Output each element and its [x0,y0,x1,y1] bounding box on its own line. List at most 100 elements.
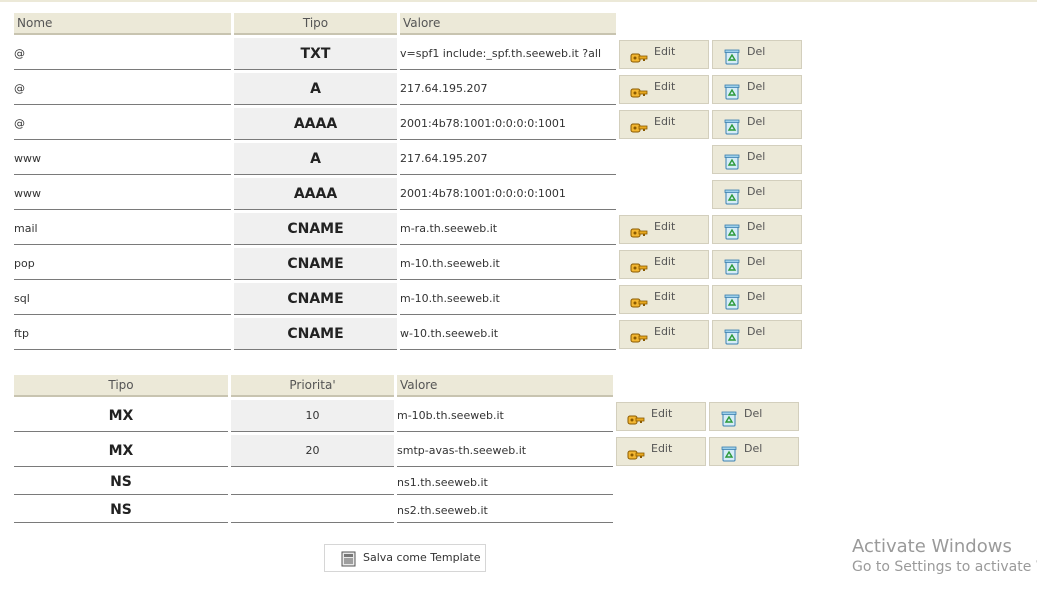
table-row: mail CNAME m-ra.th.seeweb.it Edit Del [14,213,802,245]
recycle-icon [723,84,741,100]
recycle-icon [723,294,741,310]
record-value: 2001:4b78:1001:0:0:0:0:1001 [400,108,616,140]
record-type: AAAA [234,178,397,210]
key-icon [630,259,648,275]
record-value: m-10.th.seeweb.it [400,283,616,315]
delete-button[interactable]: Del [712,179,802,209]
record-type: NS [14,498,228,523]
edit-button[interactable]: Edit [619,39,709,69]
table-row: www A 217.64.195.207 Del [14,143,802,175]
key-icon [630,294,648,310]
col-header-value: Valore [400,13,616,35]
record-value: ns1.th.seeweb.it [397,470,613,495]
record-type: CNAME [234,213,397,245]
delete-button[interactable]: Del [712,109,802,139]
key-icon [630,329,648,345]
table-row: ftp CNAME w-10.th.seeweb.it Edit Del [14,318,802,350]
delete-button[interactable]: Del [712,214,802,244]
record-priority [231,498,394,523]
key-icon [630,49,648,65]
record-name: www [14,178,231,210]
delete-button[interactable]: Del [712,249,802,279]
key-icon [627,411,645,427]
recycle-icon [723,49,741,65]
record-type: A [234,73,397,105]
key-icon [630,84,648,100]
record-value: 217.64.195.207 [400,73,616,105]
record-name: @ [14,38,231,70]
recycle-icon [720,411,738,427]
table-row: NS ns1.th.seeweb.it [14,470,799,495]
delete-button[interactable]: Del [712,284,802,314]
dns-records-table: Nome Tipo Valore @ TXT v=spf1 include:_s… [11,10,805,353]
document-icon [341,551,356,567]
key-icon [627,446,645,462]
watermark-title: Activate Windows [852,536,1012,557]
delete-button[interactable]: Del [709,436,799,466]
record-type: CNAME [234,283,397,315]
record-value: 2001:4b78:1001:0:0:0:0:1001 [400,178,616,210]
edit-button[interactable]: Edit [619,214,709,244]
delete-button[interactable]: Del [712,74,802,104]
edit-button[interactable]: Edit [619,249,709,279]
col-header-type: Tipo [234,13,397,35]
record-type: A [234,143,397,175]
col-header-type: Tipo [14,375,228,397]
col-header-value: Valore [397,375,613,397]
delete-button[interactable]: Del [712,39,802,69]
edit-button[interactable]: Edit [616,401,706,431]
record-priority [231,470,394,495]
record-priority: 10 [231,400,394,432]
edit-button[interactable]: Edit [619,284,709,314]
record-value: 217.64.195.207 [400,143,616,175]
record-name: www [14,143,231,175]
col-header-priority: Priorita' [231,375,394,397]
record-value: m-10b.th.seeweb.it [397,400,613,432]
table-row: @ TXT v=spf1 include:_spf.th.seeweb.it ?… [14,38,802,70]
record-value: m-ra.th.seeweb.it [400,213,616,245]
delete-button[interactable]: Del [709,401,799,431]
recycle-icon [723,259,741,275]
activation-watermark: Activate Windows Go to Settings to activ… [852,536,1037,575]
record-type: CNAME [234,318,397,350]
edit-button[interactable]: Edit [619,74,709,104]
recycle-icon [723,329,741,345]
mx-ns-table: Tipo Priorita' Valore MX 10 m-10b.th.see… [11,372,802,526]
record-priority: 20 [231,435,394,467]
record-name: sql [14,283,231,315]
table-row: pop CNAME m-10.th.seeweb.it Edit Del [14,248,802,280]
record-type: AAAA [234,108,397,140]
table-row: www AAAA 2001:4b78:1001:0:0:0:0:1001 Del [14,178,802,210]
record-value: m-10.th.seeweb.it [400,248,616,280]
table-row: sql CNAME m-10.th.seeweb.it Edit Del [14,283,802,315]
record-value: smtp-avas-th.seeweb.it [397,435,613,467]
key-icon [630,224,648,240]
record-name: pop [14,248,231,280]
record-type: NS [14,470,228,495]
edit-button[interactable]: Edit [619,109,709,139]
edit-button[interactable]: Edit [619,319,709,349]
delete-button[interactable]: Del [712,319,802,349]
recycle-icon [723,154,741,170]
record-value: ns2.th.seeweb.it [397,498,613,523]
top-border [0,0,1037,2]
save-as-template-button[interactable]: Salva come Template [324,544,486,572]
record-value: v=spf1 include:_spf.th.seeweb.it ?all [400,38,616,70]
record-name: mail [14,213,231,245]
record-type: MX [14,400,228,432]
recycle-icon [720,446,738,462]
key-icon [630,119,648,135]
record-type: CNAME [234,248,397,280]
table-row: MX 20 smtp-avas-th.seeweb.it Edit Del [14,435,799,467]
edit-button[interactable]: Edit [616,436,706,466]
record-type: MX [14,435,228,467]
record-value: w-10.th.seeweb.it [400,318,616,350]
delete-button[interactable]: Del [712,144,802,174]
watermark-subtitle: Go to Settings to activate W [852,559,1037,575]
recycle-icon [723,224,741,240]
table-row: @ AAAA 2001:4b78:1001:0:0:0:0:1001 Edit … [14,108,802,140]
record-name: ftp [14,318,231,350]
col-header-name: Nome [14,13,231,35]
recycle-icon [723,119,741,135]
table-row: MX 10 m-10b.th.seeweb.it Edit Del [14,400,799,432]
